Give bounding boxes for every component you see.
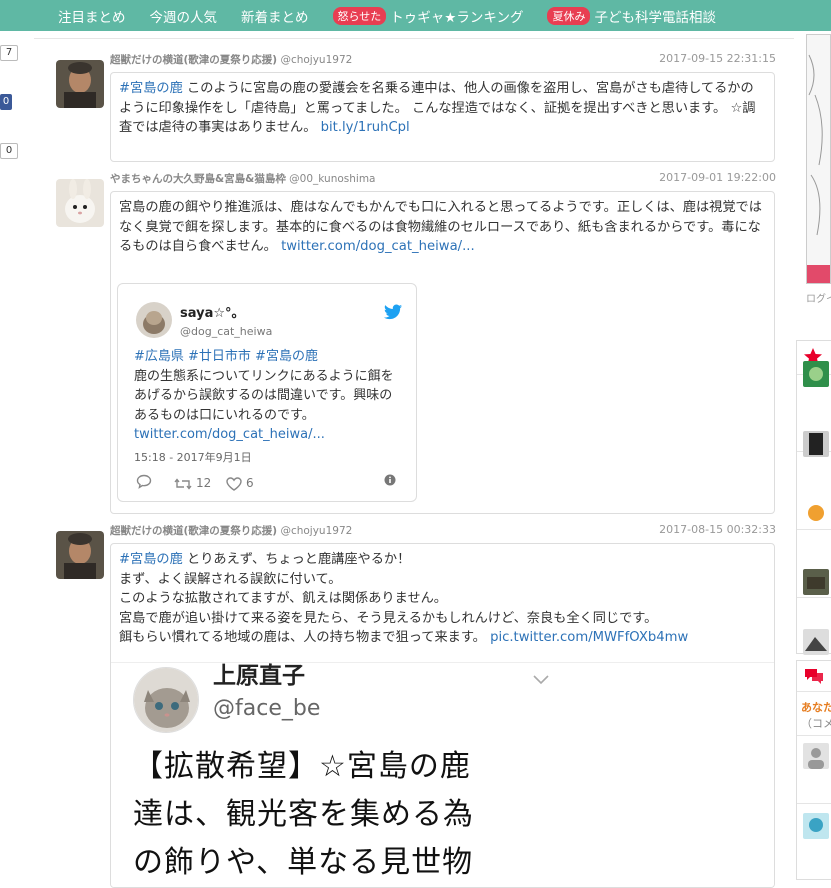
nav-featured-label: 注目まとめ xyxy=(58,9,126,26)
nav-weekly-popular[interactable]: 今週の人気 xyxy=(150,6,218,26)
nav-science-call[interactable]: 夏休み 子ども科学電話相談 xyxy=(547,6,716,26)
like-button[interactable]: 6 xyxy=(226,474,254,494)
timestamp[interactable]: 2017-09-15 22:31:15 xyxy=(659,52,776,65)
nav-ranking-label: トゥギャ★ランキング xyxy=(390,9,524,26)
nav-weekly-label: 今週の人気 xyxy=(149,9,218,26)
avatar[interactable] xyxy=(56,179,104,227)
user-handle[interactable]: @chojyu1972 xyxy=(280,525,352,537)
heart-icon xyxy=(226,477,242,491)
divider xyxy=(797,691,831,692)
embedded-avatar[interactable] xyxy=(136,302,172,338)
embedded-text-block: #広島県 #廿日市市 #宮島の鹿 鹿の生態系についてリンクにあるように餌をあげる… xyxy=(134,347,396,445)
image-avatar xyxy=(133,667,199,733)
user-name[interactable]: 超獣だけの横道(歌津の夏祭り応援) xyxy=(110,525,277,537)
user-handle[interactable]: @chojyu1972 xyxy=(280,54,352,66)
ranking-thumb[interactable] xyxy=(803,569,829,595)
tweet-link[interactable]: bit.ly/1ruhCpl xyxy=(321,120,410,135)
timestamp[interactable]: 2017-09-01 19:22:00 xyxy=(659,171,776,184)
embedded-name[interactable]: saya☆°。 xyxy=(180,304,245,324)
login-link[interactable]: ログイ xyxy=(806,290,831,305)
tweet-entry: 超獣だけの横道(歌津の夏祭り応援) @chojyu1972 2017-08-15… xyxy=(56,523,776,888)
nav-science-badge: 夏休み xyxy=(547,6,591,25)
user-name[interactable]: やまちゃんの大久野島&宮島&猫島枠 xyxy=(110,173,286,185)
embedded-actions: 12 6 xyxy=(134,474,398,491)
tweet-line: 餌もらい慣れてる地域の鹿は、人の持ち物まで狙って来ます。 xyxy=(119,630,486,645)
tweet-body: 宮島の鹿の餌やり推進派は、鹿はなんでもかんでも口に入れると思ってるようです。正し… xyxy=(110,191,775,514)
nav-new[interactable]: 新着まとめ xyxy=(241,6,309,26)
comment-prompt[interactable]: あなた xyxy=(801,699,831,715)
info-icon[interactable] xyxy=(384,474,396,486)
like-count: 6 xyxy=(246,476,254,490)
image-text-line: 【拡散希望】☆宮島の鹿 xyxy=(133,749,471,784)
tweet-line: このような拡散されてますが、飢えは関係ありません。 xyxy=(119,591,447,606)
tweet-line: まず、よく誤解される誤飲に付いて。 xyxy=(119,571,342,587)
comment-box: あなた （コメ xyxy=(796,660,831,880)
nav-new-label: 新着まとめ xyxy=(241,9,309,26)
divider xyxy=(797,803,831,804)
sidebar-ad[interactable] xyxy=(806,34,831,284)
share-count-top[interactable]: 7 xyxy=(0,45,18,61)
tweet-entry: やまちゃんの大久野島&宮島&猫島枠 @00_kunoshima 2017-09-… xyxy=(56,171,776,516)
ranking-thumb[interactable] xyxy=(803,431,829,457)
nav-ranking[interactable]: 怒らせた トゥギャ★ランキング xyxy=(332,6,524,26)
tweet-body: #宮島の鹿 このように宮島の鹿の愛護会を名乗る連中は、他人の画像を盗用し、宮島が… xyxy=(110,72,775,162)
image-text-line: の飾りや、単なる見世物 xyxy=(133,845,474,880)
ranking-thumb[interactable] xyxy=(803,361,829,387)
tweet-image[interactable]: 上原直子 @face_be 【拡散希望】☆宮島の鹿 達は、観光客を集める為 の飾… xyxy=(111,662,774,887)
avatar[interactable] xyxy=(56,60,104,108)
ranking-box xyxy=(796,340,831,655)
embedded-handle[interactable]: @dog_cat_heiwa xyxy=(180,322,272,342)
tweet-meta: 超獣だけの横道(歌津の夏祭り応援) @chojyu1972 2017-09-15… xyxy=(110,52,776,70)
facebook-share-count[interactable]: 0 xyxy=(0,94,12,110)
hashtag[interactable]: #宮島の鹿 xyxy=(119,552,183,567)
tweet-text: このように宮島の鹿の愛護会を名乗る連中は、他人の画像を盗用し、宮島がさも虐待して… xyxy=(119,81,756,135)
tweet-meta: やまちゃんの大久野島&宮島&猫島枠 @00_kunoshima 2017-09-… xyxy=(110,171,776,189)
comment-avatar[interactable] xyxy=(803,743,829,769)
retweet-button[interactable]: 12 xyxy=(174,474,211,494)
user-handle[interactable]: @00_kunoshima xyxy=(289,173,375,185)
divider xyxy=(797,529,831,530)
nav-featured[interactable]: 注目まとめ xyxy=(58,6,126,26)
right-sidebar: ログイ あなた （コメ xyxy=(796,34,831,880)
comment-sub: （コメ xyxy=(801,717,831,730)
twitter-bird-icon[interactable] xyxy=(384,304,402,320)
top-nav: 注目まとめ 今週の人気 新着まとめ 怒らせた トゥギャ★ランキング 夏休み 子ども科… xyxy=(0,0,831,31)
tweet-line: 宮島で鹿が追い掛けて来る姿を見たら、そう見えるかもしれんけど、奈良も全く同じです… xyxy=(119,610,658,626)
nav-science-label: 子ども科学電話相談 xyxy=(594,9,716,26)
image-text-line: 達は、観光客を集める為 xyxy=(133,797,474,832)
reply-icon[interactable] xyxy=(136,474,152,489)
retweet-count: 12 xyxy=(196,476,212,490)
comment-icon xyxy=(805,669,823,684)
ranking-thumb[interactable] xyxy=(803,629,829,655)
tweet-body: #宮島の鹿 とりあえず、ちょっと鹿講座やるか！ まず、よく誤解される誤飲に付いて… xyxy=(110,543,775,888)
embedded-link[interactable]: twitter.com/dog_cat_heiwa/... xyxy=(134,427,325,442)
avatar[interactable] xyxy=(56,531,104,579)
tweet-link[interactable]: twitter.com/dog_cat_heiwa/... xyxy=(281,239,475,254)
divider xyxy=(34,38,794,39)
tweet-line: とりあえず、ちょっと鹿講座やるか！ xyxy=(187,552,411,567)
comment-avatar[interactable] xyxy=(803,813,829,839)
divider xyxy=(797,735,831,736)
ranking-thumb[interactable] xyxy=(803,499,829,525)
embedded-tweet[interactable]: saya☆°。 @dog_cat_heiwa #広島県 #廿日市市 #宮島の鹿 … xyxy=(117,283,417,502)
timestamp[interactable]: 2017-08-15 00:32:33 xyxy=(659,523,776,536)
user-name[interactable]: 超獣だけの横道(歌津の夏祭り応援) xyxy=(110,54,277,66)
nav-ranking-badge: 怒らせた xyxy=(332,6,387,25)
embedded-time[interactable]: 15:18 - 2017年9月1日 xyxy=(134,448,252,468)
retweet-icon xyxy=(174,478,192,490)
chevron-down-icon xyxy=(533,675,549,685)
share-count-bottom[interactable]: 0 xyxy=(0,143,18,159)
embedded-hashtags[interactable]: #広島県 #廿日市市 #宮島の鹿 xyxy=(134,347,396,367)
divider xyxy=(797,597,831,598)
image-handle: @face_be xyxy=(213,696,321,721)
tweet-link[interactable]: pic.twitter.com/MWFfOXb4mw xyxy=(490,630,688,645)
embedded-text: 鹿の生態系についてリンクにあるように餌をあげるから誤飲するのは間違いです。興味の… xyxy=(134,368,394,423)
hashtag[interactable]: #宮島の鹿 xyxy=(119,81,183,96)
tweet-meta: 超獣だけの横道(歌津の夏祭り応援) @chojyu1972 2017-08-15… xyxy=(110,523,776,541)
image-name: 上原直子 xyxy=(213,663,305,689)
tweet-entry: 超獣だけの横道(歌津の夏祭り応援) @chojyu1972 2017-09-15… xyxy=(56,52,776,164)
